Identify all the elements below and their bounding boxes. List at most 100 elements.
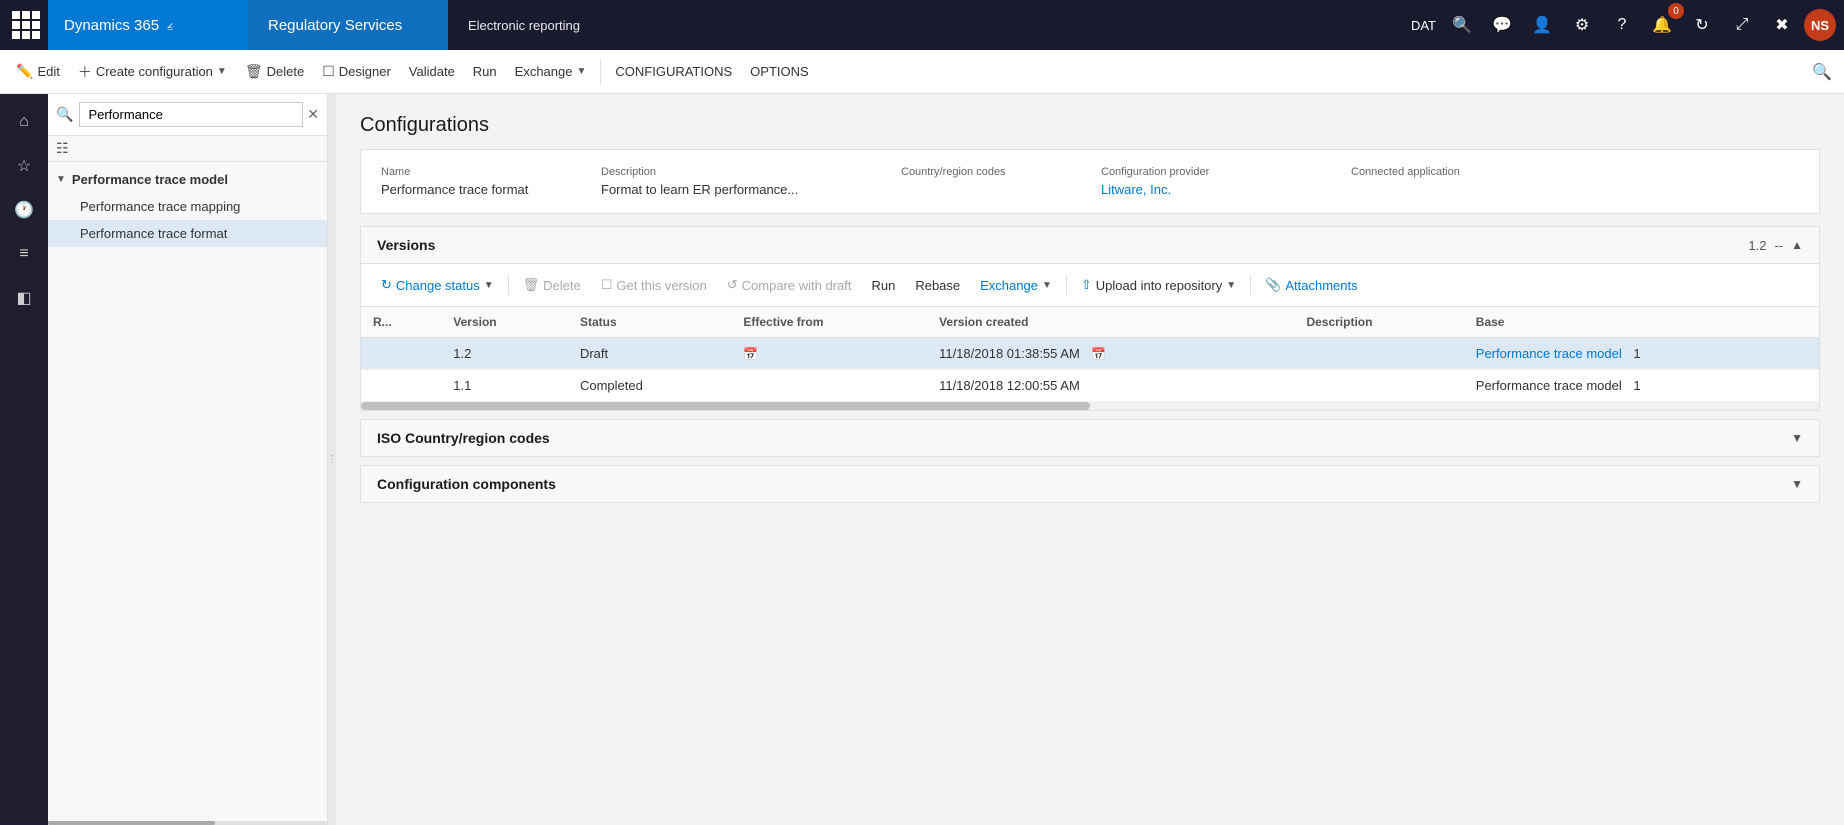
sidebar-star-icon[interactable]: ☆ xyxy=(4,146,44,186)
versions-toolbar: ↻ Change status ▼ 🗑 Delete ☐ Get this ve… xyxy=(361,264,1819,307)
user-icon[interactable]: 👤 xyxy=(1524,7,1560,43)
exchange-chevron-versions: ▼ xyxy=(1042,280,1052,291)
tree-search-icon: 🔍 xyxy=(56,106,73,123)
regulatory-services-nav[interactable]: Regulatory Services xyxy=(248,0,448,50)
iso-collapse-icon[interactable]: ▼ xyxy=(1791,431,1803,445)
configurations-tab[interactable]: CONFIGURATIONS xyxy=(607,58,740,85)
dat-label: DAT xyxy=(1407,18,1440,33)
sidebar-filter-icon[interactable]: ◧ xyxy=(4,278,44,318)
col-header-status: Status xyxy=(568,307,731,338)
tree-search-input[interactable] xyxy=(79,102,303,127)
designer-icon: ☐ xyxy=(322,63,335,80)
cell-status-1: Draft xyxy=(568,338,731,370)
cell-r-2 xyxy=(361,370,441,402)
delete-button[interactable]: 🗑 Delete xyxy=(237,57,312,86)
attachments-button[interactable]: 📎 Attachments xyxy=(1257,272,1365,298)
tree-scroll-thumb xyxy=(48,821,215,825)
command-search-icon[interactable]: 🔍 xyxy=(1808,58,1836,86)
tree-search-clear-icon[interactable]: ✕ xyxy=(307,106,319,123)
get-this-version-button[interactable]: ☐ Get this version xyxy=(593,272,715,298)
table-row[interactable]: 1.1 Completed 11/18/2018 12:00:55 AM Per… xyxy=(361,370,1819,402)
tree-item-performance-trace-mapping[interactable]: Performance trace mapping xyxy=(48,193,327,220)
versions-delete-button[interactable]: 🗑 Delete xyxy=(515,272,589,298)
config-components-collapse-icon[interactable]: ▼ xyxy=(1791,477,1803,491)
table-row[interactable]: 1.2 Draft 📅 11/18/2018 01:38:55 AM 📅 xyxy=(361,338,1819,370)
avatar[interactable]: NS xyxy=(1804,9,1836,41)
tree-filter-icon[interactable]: ☷ xyxy=(56,140,69,156)
versions-exchange-button[interactable]: Exchange ▼ xyxy=(972,273,1060,298)
versions-section-title: Versions xyxy=(377,237,435,253)
calendar-icon-created-1[interactable]: 📅 xyxy=(1091,347,1106,361)
help-icon[interactable]: ? xyxy=(1604,7,1640,43)
tree-item-performance-trace-model[interactable]: ▼ Performance trace model xyxy=(48,166,327,193)
refresh-icon[interactable]: ↻ xyxy=(1684,7,1720,43)
config-connected-app-col: Connected application xyxy=(1351,166,1551,197)
tree-content: ▼ Performance trace model Performance tr… xyxy=(48,162,327,821)
sidebar-home-icon[interactable]: ⌂ xyxy=(4,102,44,142)
tree-item-label: Performance trace model xyxy=(72,172,228,187)
validate-button[interactable]: Validate xyxy=(401,58,463,85)
delete-icon: 🗑 xyxy=(245,63,263,80)
iso-section: ISO Country/region codes ▼ xyxy=(360,419,1820,457)
change-status-icon: ↻ xyxy=(381,277,392,293)
config-meta-grid: Name Performance trace format Descriptio… xyxy=(381,166,1799,197)
tree-search-bar: 🔍 ✕ xyxy=(48,94,327,136)
config-name-value: Performance trace format xyxy=(381,182,601,197)
edit-button[interactable]: ✏️ Edit xyxy=(8,57,68,86)
config-header: Configurations xyxy=(336,94,1844,149)
resize-handle[interactable]: ⋮ xyxy=(328,94,336,825)
cell-base-link-1[interactable]: Performance trace model xyxy=(1476,346,1622,361)
exchange-button[interactable]: Exchange ▼ xyxy=(507,58,595,85)
command-bar: ✏️ Edit ＋ Create configuration ▼ 🗑 Delet… xyxy=(0,50,1844,94)
run-button[interactable]: Run xyxy=(465,58,505,85)
compare-with-draft-button[interactable]: ↺ Compare with draft xyxy=(719,272,860,298)
sidebar-menu-icon[interactable]: ≡ xyxy=(4,234,44,274)
rebase-button[interactable]: Rebase xyxy=(907,273,968,298)
change-status-button[interactable]: ↻ Change status ▼ xyxy=(373,272,502,298)
command-search[interactable]: 🔍 xyxy=(1808,58,1836,86)
create-configuration-button[interactable]: ＋ Create configuration ▼ xyxy=(70,56,235,88)
change-status-chevron: ▼ xyxy=(484,280,494,291)
dynamics365-chevron: ⦤ xyxy=(167,19,173,32)
page-title: Configurations xyxy=(360,114,1820,137)
dynamics365-nav[interactable]: Dynamics 365 ⦤ xyxy=(48,0,248,50)
calendar-icon-1[interactable]: 📅 xyxy=(743,347,758,361)
ver-sep-1 xyxy=(508,275,509,295)
sidebar-recent-icon[interactable]: 🕐 xyxy=(4,190,44,230)
search-icon[interactable]: 🔍 xyxy=(1444,7,1480,43)
upload-into-repository-button[interactable]: ⇧ Upload into repository ▼ xyxy=(1073,272,1244,298)
apps-icon[interactable] xyxy=(8,7,44,43)
module-title: Electronic reporting xyxy=(448,18,600,33)
close-icon[interactable]: ✖ xyxy=(1764,7,1800,43)
notifications-badge[interactable]: 🔔 0 xyxy=(1644,7,1680,43)
sidebar-icons: ⌂ ☆ 🕐 ≡ ◧ xyxy=(0,94,48,825)
cell-base-1: Performance trace model 1 xyxy=(1464,338,1819,370)
config-provider-value[interactable]: Litware, Inc. xyxy=(1101,182,1351,197)
ver-sep-2 xyxy=(1066,275,1067,295)
settings-icon[interactable]: ⚙ xyxy=(1564,7,1600,43)
col-header-version-created: Version created xyxy=(927,307,1294,338)
iso-section-header[interactable]: ISO Country/region codes ▼ xyxy=(361,420,1819,456)
versions-scrollbar[interactable] xyxy=(361,402,1819,410)
tree-item-performance-trace-format[interactable]: Performance trace format xyxy=(48,220,327,247)
upload-chevron: ▼ xyxy=(1226,280,1236,291)
expand-icon[interactable]: ⤢ xyxy=(1724,7,1760,43)
cmd-separator-1 xyxy=(600,60,601,84)
tree-item-label: Performance trace mapping xyxy=(80,199,240,214)
tree-scrollbar[interactable] xyxy=(48,821,327,825)
message-icon[interactable]: 💬 xyxy=(1484,7,1520,43)
versions-run-button[interactable]: Run xyxy=(863,273,903,298)
edit-icon: ✏️ xyxy=(16,63,33,80)
iso-section-title: ISO Country/region codes xyxy=(377,430,550,446)
versions-section-header[interactable]: Versions 1.2 -- ▲ xyxy=(361,227,1819,264)
versions-collapse-icon[interactable]: ▲ xyxy=(1791,238,1803,252)
tree-arrow-icon: ▼ xyxy=(56,174,66,185)
config-description-col: Description Format to learn ER performan… xyxy=(601,166,901,197)
provider-col-header: Configuration provider xyxy=(1101,166,1351,178)
col-header-base: Base xyxy=(1464,307,1819,338)
top-nav-bar: Dynamics 365 ⦤ Regulatory Services Elect… xyxy=(0,0,1844,50)
config-components-section-header[interactable]: Configuration components ▼ xyxy=(361,466,1819,502)
options-tab[interactable]: OPTIONS xyxy=(742,58,817,85)
designer-button[interactable]: ☐ Designer xyxy=(314,57,399,86)
cell-description-1 xyxy=(1294,338,1463,370)
